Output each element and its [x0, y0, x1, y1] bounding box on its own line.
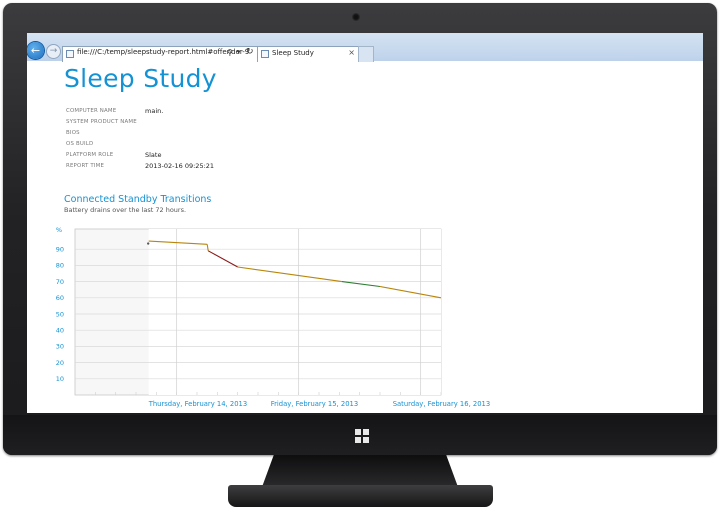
address-url[interactable]: file:///C:/temp/sleepstudy-report.html#o… — [77, 48, 249, 56]
info-value: 2013-02-16 09:25:21 — [145, 162, 215, 170]
y-tick-label: 90 — [56, 246, 64, 254]
search-icon[interactable]: ⚲ — [227, 48, 233, 57]
x-tick-label: Saturday, February 16, 2013 — [393, 400, 491, 408]
monitor-bezel: ← → file:///C:/temp/sleepstudy-report.ht… — [3, 3, 717, 455]
y-tick-label: 30 — [56, 343, 64, 351]
page-title: Sleep Study — [64, 64, 217, 93]
screen: ← → file:///C:/temp/sleepstudy-report.ht… — [27, 33, 703, 413]
y-tick-label: 10 — [56, 375, 64, 383]
tab-sleep-study[interactable]: Sleep Study × — [257, 46, 359, 62]
info-label: PLATFORM ROLE — [66, 152, 114, 158]
browser-toolbar: ← → file:///C:/temp/sleepstudy-report.ht… — [27, 33, 703, 62]
y-tick-label: 50 — [56, 310, 64, 318]
battery-drain-chart: 10 20 30 40 50 60 70 80 90% Thursday, February 14… — [56, 226, 491, 408]
address-bar[interactable]: file:///C:/temp/sleepstudy-report.html#o… — [62, 46, 260, 62]
y-tick-label: 40 — [56, 327, 64, 335]
y-tick-label: 60 — [56, 294, 64, 302]
windows-logo-icon[interactable] — [355, 429, 369, 443]
camera-led-icon — [370, 15, 374, 19]
info-label: BIOS — [66, 130, 80, 136]
x-tick-label: Friday, February 15, 2013 — [271, 400, 358, 408]
info-label: OS BUILD — [66, 141, 94, 147]
x-tick-label: Thursday, February 14, 2013 — [148, 400, 247, 408]
stand-base — [228, 485, 493, 507]
new-tab-button[interactable] — [358, 46, 374, 62]
webcam-icon — [352, 13, 360, 21]
stand-neck — [262, 455, 458, 487]
section-title: Connected Standby Transitions — [64, 194, 212, 205]
monitor-chin — [3, 415, 717, 455]
info-label: REPORT TIME — [66, 163, 105, 169]
info-label: SYSTEM PRODUCT NAME — [66, 119, 137, 125]
forward-button[interactable]: → — [46, 44, 61, 59]
tab-page-icon — [261, 50, 269, 58]
info-value: Slate — [145, 151, 162, 159]
section-subtitle: Battery drains over the last 72 hours. — [64, 206, 187, 214]
y-tick-label: 80 — [56, 262, 64, 270]
close-icon[interactable]: × — [348, 48, 355, 57]
refresh-icon[interactable]: ↻ — [246, 47, 254, 57]
y-tick-label: 20 — [56, 359, 64, 367]
info-value: main. — [145, 107, 164, 115]
page-icon — [66, 50, 74, 58]
y-axis-label: % — [56, 226, 62, 234]
y-tick-label: 70 — [56, 278, 64, 286]
chevron-down-icon[interactable]: ▾ — [237, 48, 241, 56]
data-marker — [147, 242, 150, 245]
info-label: COMPUTER NAME — [66, 108, 117, 114]
back-button[interactable]: ← — [27, 42, 44, 59]
plot-active-area — [148, 229, 441, 395]
tab-title: Sleep Study — [272, 49, 314, 57]
